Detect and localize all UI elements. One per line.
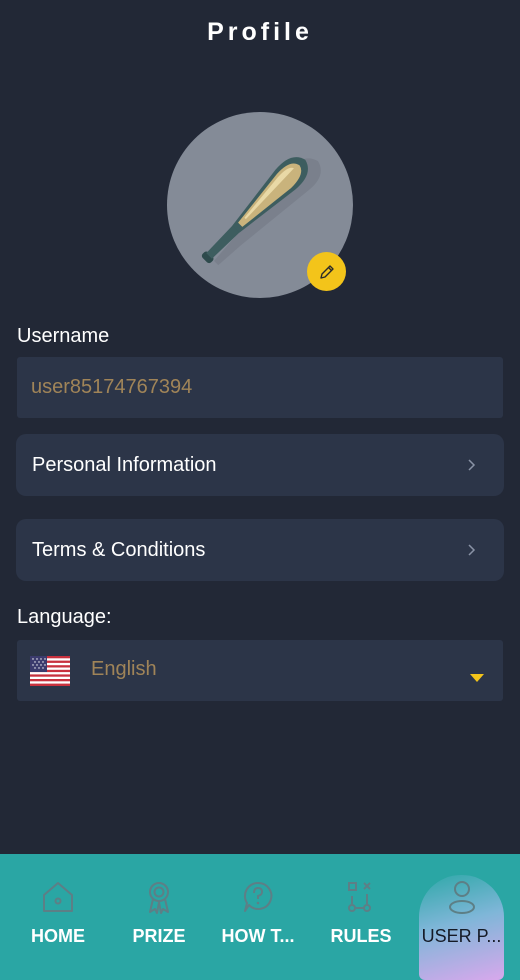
language-select[interactable]: English — [17, 640, 503, 701]
user-icon — [448, 881, 475, 914]
profile-page: Profile Username user85174767394 Persona… — [0, 0, 520, 980]
personal-information-label: Personal Information — [32, 453, 217, 476]
nav-home[interactable]: HOME — [8, 854, 108, 980]
chevron-right-icon — [468, 544, 476, 556]
home-icon — [43, 882, 73, 912]
nav-user-profile[interactable]: USER P... — [419, 875, 504, 980]
nav-rules[interactable]: RULES — [311, 854, 411, 980]
nav-user-profile-label: USER P... — [421, 926, 502, 946]
nav-prize[interactable]: PRIZE — [109, 854, 209, 980]
nav-prize-label: PRIZE — [132, 926, 186, 946]
nav-how-to-label: HOW T... — [221, 926, 295, 946]
language-label: Language: — [17, 606, 112, 628]
username-label: Username — [17, 325, 110, 347]
chevron-right-icon — [468, 459, 476, 471]
award-icon — [149, 882, 169, 914]
username-field[interactable]: user85174767394 — [17, 357, 503, 418]
caret-down-icon — [470, 674, 484, 682]
page-title: Profile — [207, 18, 313, 46]
language-value: English — [91, 658, 157, 680]
us-flag-icon — [30, 656, 70, 686]
pencil-icon — [319, 264, 334, 279]
bottom-nav: HOME PRIZE HOW T... RULES USER P... — [0, 854, 520, 980]
terms-conditions-label: Terms & Conditions — [32, 538, 206, 561]
rules-icon — [348, 882, 371, 912]
nav-home-label: HOME — [31, 926, 85, 946]
question-icon — [243, 881, 273, 912]
username-value: user85174767394 — [31, 376, 193, 398]
personal-information-row[interactable]: Personal Information — [16, 434, 504, 496]
terms-conditions-row[interactable]: Terms & Conditions — [16, 519, 504, 581]
nav-how-to[interactable]: HOW T... — [208, 854, 308, 980]
edit-avatar-button[interactable] — [307, 252, 346, 291]
nav-rules-label: RULES — [330, 926, 392, 946]
